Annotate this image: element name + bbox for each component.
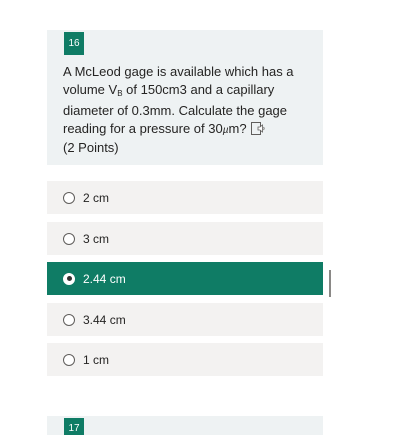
scroll-indicator[interactable] bbox=[329, 270, 331, 297]
option-3[interactable]: 3.44 cm bbox=[47, 303, 323, 336]
question-card: 16 A McLeod gage is available which has … bbox=[47, 30, 323, 165]
option-label: 3.44 cm bbox=[83, 312, 126, 327]
option-label: 2.44 cm bbox=[83, 271, 126, 286]
radio-button[interactable] bbox=[63, 191, 75, 204]
question-text: A McLeod gage is available which has a v… bbox=[63, 63, 315, 157]
option-2[interactable]: 2.44 cm bbox=[47, 262, 323, 295]
next-question-number-badge: 17 bbox=[64, 418, 84, 435]
option-label: 1 cm bbox=[83, 352, 110, 367]
question-number-badge: 16 bbox=[64, 32, 84, 55]
question-points: (2 Points) bbox=[63, 140, 119, 155]
next-question-card: 17 bbox=[47, 416, 323, 435]
radio-button[interactable] bbox=[63, 353, 75, 366]
option-label: 2 cm bbox=[83, 190, 110, 205]
option-1[interactable]: 3 cm bbox=[47, 222, 323, 255]
radio-button[interactable] bbox=[63, 232, 75, 245]
radio-button-selected[interactable] bbox=[63, 272, 75, 285]
question-text-part3: m? bbox=[228, 120, 247, 136]
option-4[interactable]: 1 cm bbox=[47, 343, 323, 376]
option-label: 3 cm bbox=[83, 231, 110, 246]
option-0[interactable]: 2 cm bbox=[47, 181, 323, 214]
speaker-icon[interactable] bbox=[250, 121, 266, 135]
radio-button[interactable] bbox=[63, 313, 75, 326]
